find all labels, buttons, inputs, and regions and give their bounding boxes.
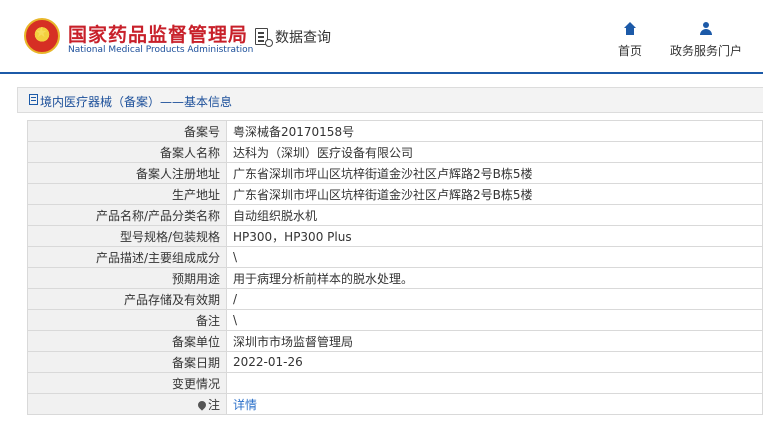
table-row: 生产地址 广东省深圳市坪山区坑梓街道金沙社区卢辉路2号B栋5楼 — [27, 183, 763, 205]
data-query-icon — [254, 27, 273, 47]
field-label: 生产地址 — [27, 183, 227, 205]
field-label: 备注 — [27, 309, 227, 331]
nav-gov-services[interactable]: 政务服务门户 — [666, 22, 746, 59]
home-icon — [624, 22, 636, 36]
field-label: 产品名称/产品分类名称 — [27, 204, 227, 226]
field-label: 注 — [207, 397, 220, 412]
table-row: 备案人名称 达科为（深圳）医疗设备有限公司 — [27, 141, 763, 163]
table-row: 备案单位 深圳市市场监督管理局 — [27, 330, 763, 352]
field-value: 广东省深圳市坪山区坑梓街道金沙社区卢辉路2号B栋5楼 — [226, 183, 763, 205]
user-icon — [700, 22, 712, 36]
panel-title-bar: 境内医疗器械（备案）——基本信息 — [17, 87, 763, 113]
header-divider — [0, 72, 763, 74]
table-row: 备案号 粤深械备20170158号 — [27, 120, 763, 142]
panel-title: 境内医疗器械（备案）——基本信息 — [40, 95, 233, 109]
detail-table: 备案号 粤深械备20170158号 备案人名称 达科为（深圳）医疗设备有限公司 备案… — [27, 120, 763, 415]
field-label: 备案人注册地址 — [27, 162, 227, 184]
field-label: 备案号 — [27, 120, 227, 142]
table-row: 型号规格/包装规格 HP300，HP300 Plus — [27, 225, 763, 247]
nav-home-label: 首页 — [617, 44, 642, 58]
field-label: 型号规格/包装规格 — [27, 225, 227, 247]
table-row: 备案人注册地址 广东省深圳市坪山区坑梓街道金沙社区卢辉路2号B栋5楼 — [27, 162, 763, 184]
site-header: 国家药品监督管理局 National Medical Products Admi… — [0, 0, 763, 72]
field-value — [226, 372, 763, 394]
field-value: \ — [226, 309, 763, 331]
field-label: 预期用途 — [27, 267, 227, 289]
field-value: 粤深械备20170158号 — [226, 120, 763, 142]
field-value: 2022-01-26 — [226, 351, 763, 373]
field-value: 广东省深圳市坪山区坑梓街道金沙社区卢辉路2号B栋5楼 — [226, 162, 763, 184]
org-name-en[interactable]: National Medical Products Administration — [68, 45, 253, 55]
nav-home[interactable]: 首页 — [612, 22, 648, 59]
field-value: HP300，HP300 Plus — [226, 225, 763, 247]
field-value: 用于病理分析前样本的脱水处理。 — [226, 267, 763, 289]
table-row: 预期用途 用于病理分析前样本的脱水处理。 — [27, 267, 763, 289]
field-value: / — [226, 288, 763, 310]
note-value-cell: 详情 — [226, 393, 763, 415]
field-value: 达科为（深圳）医疗设备有限公司 — [226, 141, 763, 163]
table-row: 备注 \ — [27, 309, 763, 331]
data-query-link[interactable]: 数据查询 — [254, 27, 331, 47]
field-value: \ — [226, 246, 763, 268]
table-row: 备案日期 2022-01-26 — [27, 351, 763, 373]
field-label: 产品描述/主要组成成分 — [27, 246, 227, 268]
field-label: 备案人名称 — [27, 141, 227, 163]
field-label: 变更情况 — [27, 372, 227, 394]
table-row: 产品存储及有效期 / — [27, 288, 763, 310]
table-row: 产品名称/产品分类名称 自动组织脱水机 — [27, 204, 763, 226]
note-label-cell: 注 — [27, 393, 227, 415]
national-emblem-icon — [24, 18, 60, 54]
table-row: 变更情况 — [27, 372, 763, 394]
document-icon — [29, 94, 38, 105]
field-label: 备案单位 — [27, 330, 227, 352]
field-label: 备案日期 — [27, 351, 227, 373]
field-value: 自动组织脱水机 — [226, 204, 763, 226]
field-value: 深圳市市场监督管理局 — [226, 330, 763, 352]
pin-icon — [196, 398, 208, 411]
table-row: 注 详情 — [27, 393, 763, 415]
nav-gov-services-label: 政务服务门户 — [669, 44, 742, 58]
field-label: 产品存储及有效期 — [27, 288, 227, 310]
details-link[interactable]: 详情 — [233, 398, 257, 412]
data-query-label: 数据查询 — [275, 30, 331, 46]
table-row: 产品描述/主要组成成分 \ — [27, 246, 763, 268]
org-name-cn[interactable]: 国家药品监督管理局 — [68, 20, 248, 47]
